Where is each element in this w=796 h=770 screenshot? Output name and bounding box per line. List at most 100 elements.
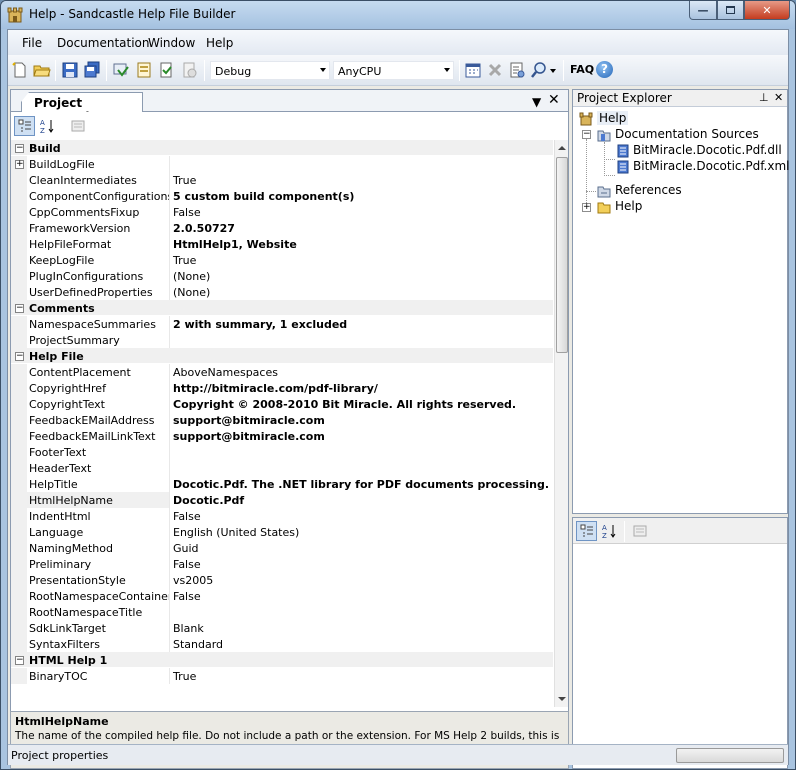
categorized-view-button[interactable] bbox=[576, 521, 597, 541]
property-name[interactable]: ProjectSummary bbox=[11, 332, 169, 348]
property-value[interactable] bbox=[169, 332, 553, 348]
property-value[interactable]: Copyright © 2008-2010 Bit Miracle. All r… bbox=[169, 396, 553, 412]
property-name[interactable]: HelpFileFormat bbox=[11, 236, 169, 252]
property-row[interactable]: IndentHtml False bbox=[11, 508, 553, 524]
property-value[interactable] bbox=[169, 156, 553, 172]
property-value[interactable] bbox=[169, 604, 553, 620]
pin-icon[interactable]: ⊥ bbox=[759, 91, 769, 104]
help-icon[interactable]: ? bbox=[596, 61, 613, 78]
property-value[interactable]: 5 custom build component(s) bbox=[169, 188, 553, 204]
property-name[interactable]: CopyrightHref bbox=[11, 380, 169, 396]
property-row[interactable]: ContentPlacement AboveNamespaces bbox=[11, 364, 553, 380]
property-value[interactable]: support@bitmiracle.com bbox=[169, 412, 553, 428]
property-name[interactable]: RootNamespaceContainer bbox=[11, 588, 169, 604]
property-row[interactable]: BuildLogFile + bbox=[11, 156, 553, 172]
property-value[interactable]: http://bitmiracle.com/pdf-library/ bbox=[169, 380, 553, 396]
property-row[interactable]: NamespaceSummaries 2 with summary, 1 excl… bbox=[11, 316, 553, 332]
property-name[interactable]: Language bbox=[11, 524, 169, 540]
property-value[interactable]: HtmlHelp1, Website bbox=[169, 236, 553, 252]
property-row[interactable]: UserDefinedProperties (None) bbox=[11, 284, 553, 300]
property-value[interactable]: 2 with summary, 1 excluded bbox=[169, 316, 553, 332]
property-value[interactable]: vs2005 bbox=[169, 572, 553, 588]
property-row[interactable]: Preliminary False bbox=[11, 556, 553, 572]
calendar-icon[interactable] bbox=[464, 61, 482, 79]
chevron-down-icon[interactable] bbox=[550, 69, 556, 73]
scroll-up-icon[interactable] bbox=[558, 146, 566, 150]
property-row[interactable]: KeepLogFile True bbox=[11, 252, 553, 268]
save-icon[interactable] bbox=[61, 61, 79, 79]
tree-item-documentation-sources[interactable]: Documentation Sources bbox=[615, 127, 759, 141]
property-row[interactable]: ProjectSummary bbox=[11, 332, 553, 348]
view-help-icon[interactable] bbox=[135, 61, 153, 79]
property-row[interactable]: CppCommentsFixup False bbox=[11, 204, 553, 220]
property-name[interactable]: BuildLogFile bbox=[11, 156, 169, 172]
maximize-button[interactable] bbox=[717, 1, 744, 20]
search-icon[interactable] bbox=[530, 61, 548, 79]
category-row[interactable]: − Comments bbox=[11, 300, 553, 316]
property-row[interactable]: CopyrightHref http://bitmiracle.com/pdf-l… bbox=[11, 380, 553, 396]
title-bar[interactable]: Help - Sandcastle Help File Builder — ✕ bbox=[1, 1, 795, 29]
property-row[interactable]: RootNamespaceTitle bbox=[11, 604, 553, 620]
property-value[interactable]: True bbox=[169, 172, 553, 188]
property-name[interactable]: UserDefinedProperties bbox=[11, 284, 169, 300]
property-name[interactable]: IndentHtml bbox=[11, 508, 169, 524]
category-row[interactable]: − HTML Help 1 bbox=[11, 652, 553, 668]
property-row[interactable]: PlugInConfigurations (None) bbox=[11, 268, 553, 284]
new-project-icon[interactable] bbox=[11, 61, 29, 79]
property-value[interactable] bbox=[169, 444, 553, 460]
property-name[interactable]: CopyrightText bbox=[11, 396, 169, 412]
tab-project-properties[interactable]: Project Properties bbox=[21, 92, 143, 112]
property-name[interactable]: FrameworkVersion bbox=[11, 220, 169, 236]
property-name[interactable]: CppCommentsFixup bbox=[11, 204, 169, 220]
property-row[interactable]: FeedbackEMailLinkText support@bitmiracle.… bbox=[11, 428, 553, 444]
clean-icon[interactable] bbox=[157, 61, 175, 79]
property-row[interactable]: HelpTitle Docotic.Pdf. The .NET library f… bbox=[11, 476, 553, 492]
close-panel-icon[interactable]: ✕ bbox=[774, 91, 783, 104]
property-row[interactable]: CopyrightText Copyright © 2008-2010 Bit M… bbox=[11, 396, 553, 412]
close-window-button[interactable]: ✕ bbox=[744, 1, 790, 20]
cancel-build-icon[interactable] bbox=[180, 61, 198, 79]
property-row[interactable]: SdkLinkTarget Blank bbox=[11, 620, 553, 636]
property-value[interactable]: Standard bbox=[169, 636, 553, 652]
tree-item-project-root[interactable]: Help bbox=[597, 111, 629, 125]
property-name[interactable]: PresentationStyle bbox=[11, 572, 169, 588]
properties-icon[interactable] bbox=[508, 61, 526, 79]
property-value[interactable]: Docotic.Pdf bbox=[169, 492, 553, 508]
property-name[interactable]: FeedbackEMailAddress bbox=[11, 412, 169, 428]
property-row[interactable]: ComponentConfigurations 5 custom build co… bbox=[11, 188, 553, 204]
property-value[interactable]: False bbox=[169, 556, 553, 572]
open-project-icon[interactable] bbox=[33, 61, 51, 79]
property-row[interactable]: FooterText bbox=[11, 444, 553, 460]
property-value[interactable]: (None) bbox=[169, 284, 553, 300]
property-name[interactable]: HelpTitle bbox=[11, 476, 169, 492]
property-row[interactable]: PresentationStyle vs2005 bbox=[11, 572, 553, 588]
tree-item-xml-file[interactable]: BitMiracle.Docotic.Pdf.xml bbox=[633, 159, 790, 173]
property-pages-button[interactable] bbox=[67, 116, 88, 136]
category-row[interactable]: − Build bbox=[11, 140, 553, 156]
property-row[interactable]: FrameworkVersion 2.0.50727 bbox=[11, 220, 553, 236]
property-value[interactable]: English (United States) bbox=[169, 524, 553, 540]
platform-select[interactable]: AnyCPU bbox=[333, 61, 454, 80]
property-value[interactable]: False bbox=[169, 508, 553, 524]
property-pages-button[interactable] bbox=[629, 521, 650, 541]
faq-button[interactable]: FAQ bbox=[570, 63, 594, 76]
save-all-icon[interactable] bbox=[83, 61, 101, 79]
property-row[interactable]: SyntaxFilters Standard bbox=[11, 636, 553, 652]
property-value[interactable]: (None) bbox=[169, 268, 553, 284]
menu-file[interactable]: File bbox=[22, 36, 42, 50]
minimize-button[interactable]: — bbox=[689, 1, 717, 20]
property-value[interactable] bbox=[169, 460, 553, 476]
property-value[interactable]: AboveNamespaces bbox=[169, 364, 553, 380]
property-name[interactable]: NamingMethod bbox=[11, 540, 169, 556]
property-name[interactable]: SyntaxFilters bbox=[11, 636, 169, 652]
property-name[interactable]: KeepLogFile bbox=[11, 252, 169, 268]
property-row[interactable]: HelpFileFormat HtmlHelp1, Website bbox=[11, 236, 553, 252]
tree-item-references[interactable]: References bbox=[615, 183, 682, 197]
property-row[interactable]: HtmlHelpName Docotic.Pdf bbox=[11, 492, 553, 508]
expand-icon[interactable]: + bbox=[15, 160, 24, 169]
delete-icon[interactable] bbox=[486, 61, 504, 79]
build-icon[interactable] bbox=[112, 61, 130, 79]
property-value[interactable]: Guid bbox=[169, 540, 553, 556]
menu-documentation[interactable]: Documentation bbox=[57, 36, 150, 50]
property-name[interactable]: FeedbackEMailLinkText bbox=[11, 428, 169, 444]
